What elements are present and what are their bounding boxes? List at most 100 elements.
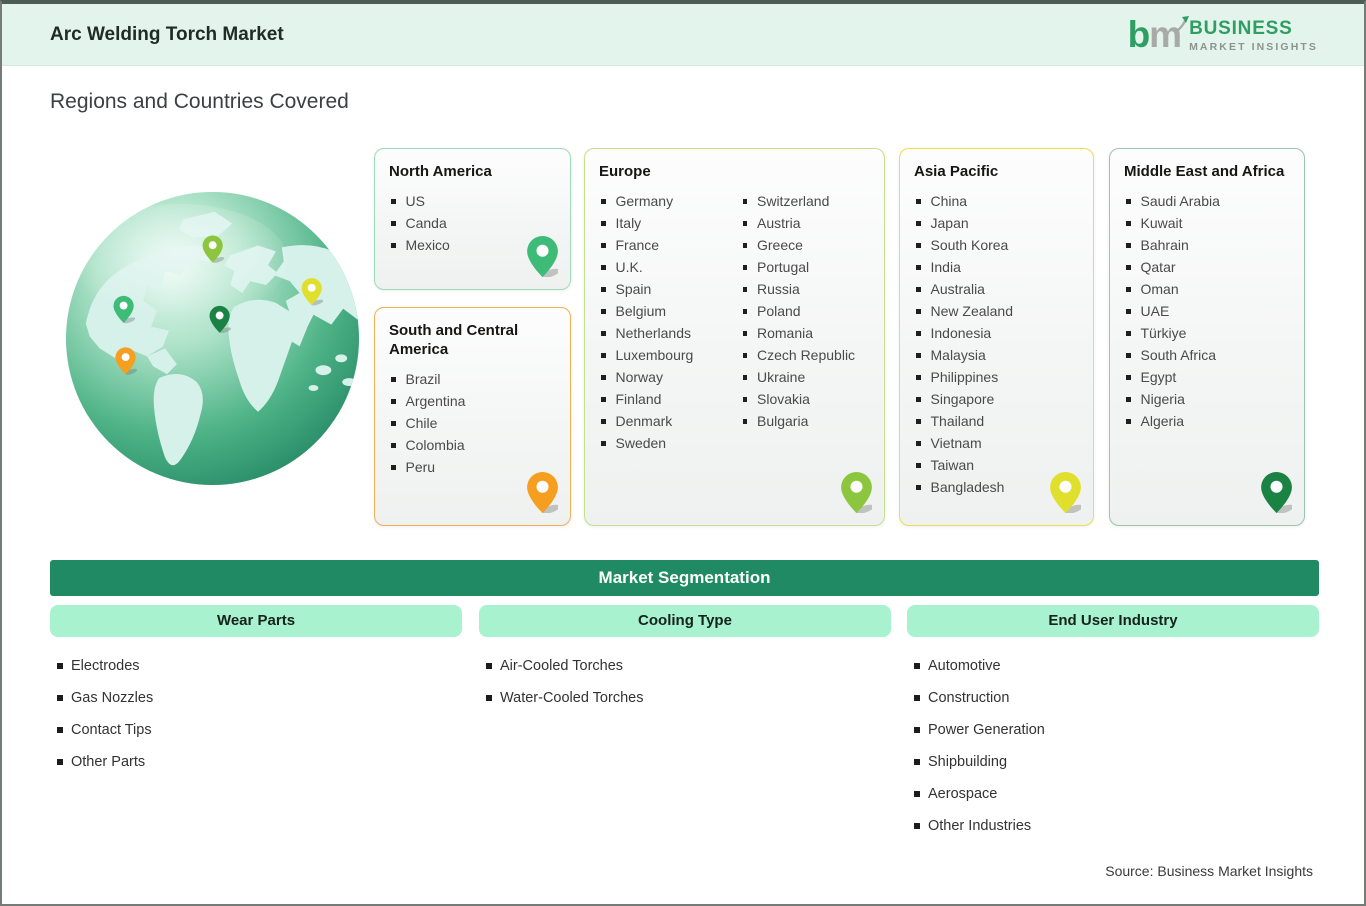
segment-item: Aerospace [907, 778, 1319, 810]
region-card-title: Europe [599, 163, 651, 180]
bullet-icon [1126, 375, 1131, 380]
bmi-logo-text: BUSINESS MARKET INSIGHTS [1189, 18, 1318, 53]
bullet-icon [1126, 353, 1131, 358]
segmentation-title-bar: Market Segmentation [50, 560, 1319, 596]
country-label: Chile [405, 415, 438, 431]
segment-item: Contact Tips [50, 714, 462, 746]
bullet-icon [742, 397, 747, 402]
country-label: France [615, 237, 660, 253]
country-item: Bahrain [1124, 234, 1290, 256]
country-label: India [930, 259, 961, 275]
region-pin-asia-pacific [1050, 472, 1084, 518]
bullet-icon [916, 287, 921, 292]
bullet-icon [914, 695, 920, 701]
segment-item-label: Other Industries [928, 818, 1032, 834]
country-item: South Korea [914, 234, 1079, 256]
logo-business-label: BUSINESS [1189, 17, 1293, 39]
infographic-page: Arc Welding Torch Market bm BUSINESS MAR… [0, 0, 1366, 906]
country-item: China [914, 190, 1079, 212]
world-globe [64, 190, 361, 487]
bullet-icon [916, 243, 921, 248]
country-label: Thailand [930, 413, 985, 429]
country-list: China Japan South Korea India Australia New Z… [914, 190, 1079, 498]
bullet-icon [742, 287, 747, 292]
country-label: Indonesia [930, 325, 992, 341]
country-item: Norway [599, 366, 729, 388]
country-label: Mexico [405, 237, 450, 253]
country-item: Ukraine [741, 366, 871, 388]
country-label: Egypt [1140, 369, 1177, 385]
country-label: China [930, 193, 968, 209]
country-item: U.K. [599, 256, 729, 278]
country-item: Germany [599, 190, 729, 212]
bullet-icon [486, 695, 492, 701]
country-item: Poland [741, 300, 871, 322]
bullet-icon [601, 441, 606, 446]
country-item: Australia [914, 278, 1079, 300]
bullet-icon [601, 353, 606, 358]
segment-item-label: Automotive [928, 658, 1001, 674]
bullet-icon [1126, 243, 1131, 248]
country-item: Luxembourg [599, 344, 729, 366]
country-item: Oman [1124, 278, 1290, 300]
country-label: Romania [757, 325, 814, 341]
segment-item: Construction [907, 682, 1319, 714]
bullet-icon [601, 375, 606, 380]
segment-item-label: Water-Cooled Torches [500, 690, 644, 706]
region-card-europe: Europe Germany Italy France U.K. Spain Belgium… [584, 148, 885, 526]
bullet-icon [914, 663, 920, 669]
country-label: Russia [757, 281, 800, 297]
country-label: Peru [405, 459, 436, 475]
country-item: Argentina [389, 390, 556, 412]
country-item: Canda [389, 212, 556, 234]
segment-item: Water-Cooled Torches [479, 682, 891, 714]
country-list: Brazil Argentina Chile Colombia Peru [389, 368, 556, 478]
country-label: Kuwait [1140, 215, 1183, 231]
bullet-icon [742, 419, 747, 424]
country-label: Nigeria [1140, 391, 1185, 407]
country-label: Japan [930, 215, 969, 231]
segment-item-list: Electrodes Gas Nozzles Contact Tips Other P… [50, 650, 462, 778]
region-card-title: South and Central America [389, 322, 519, 358]
country-label: Germany [615, 193, 674, 209]
region-card-title: Asia Pacific [914, 163, 999, 180]
country-item: India [914, 256, 1079, 278]
segment-item-label: Power Generation [928, 722, 1045, 738]
globe-illustration [65, 191, 360, 486]
bullet-icon [916, 353, 921, 358]
bullet-icon [1126, 419, 1131, 424]
country-item: Saudi Arabia [1124, 190, 1290, 212]
segment-item-list: Automotive Construction Power Generation Sh… [907, 650, 1319, 842]
country-label: Singapore [930, 391, 995, 407]
segment-item-label: Contact Tips [71, 722, 152, 738]
location-pin-icon [527, 236, 561, 278]
location-pin-icon [841, 472, 875, 514]
country-label: Norway [615, 369, 663, 385]
bullet-icon [742, 375, 747, 380]
country-label: Saudi Arabia [1140, 193, 1220, 209]
logo-arrow-icon [1176, 16, 1190, 32]
location-pin-icon [1261, 472, 1295, 514]
country-label: Taiwan [930, 457, 975, 473]
region-pin-south-central-america [527, 472, 561, 518]
bullet-icon [601, 265, 606, 270]
bullet-icon [391, 399, 396, 404]
header: Arc Welding Torch Market bm BUSINESS MAR… [2, 2, 1364, 66]
country-item: Brazil [389, 368, 556, 390]
country-item: Romania [741, 322, 871, 344]
location-pin-icon [527, 472, 561, 514]
country-label: Poland [757, 303, 801, 319]
bullet-icon [916, 441, 921, 446]
country-label: Finland [615, 391, 662, 407]
region-card-title: Middle East and Africa [1124, 163, 1285, 180]
bullet-icon [914, 759, 920, 765]
segment-item: Automotive [907, 650, 1319, 682]
bullet-icon [916, 265, 921, 270]
country-item: Colombia [389, 434, 556, 456]
bullet-icon [391, 421, 396, 426]
bullet-icon [601, 309, 606, 314]
country-label: Luxembourg [615, 347, 694, 363]
country-label: US [405, 193, 425, 209]
country-label: Colombia [405, 437, 465, 453]
country-list: Germany Italy France U.K. Spain Belgium Nether… [599, 190, 870, 458]
